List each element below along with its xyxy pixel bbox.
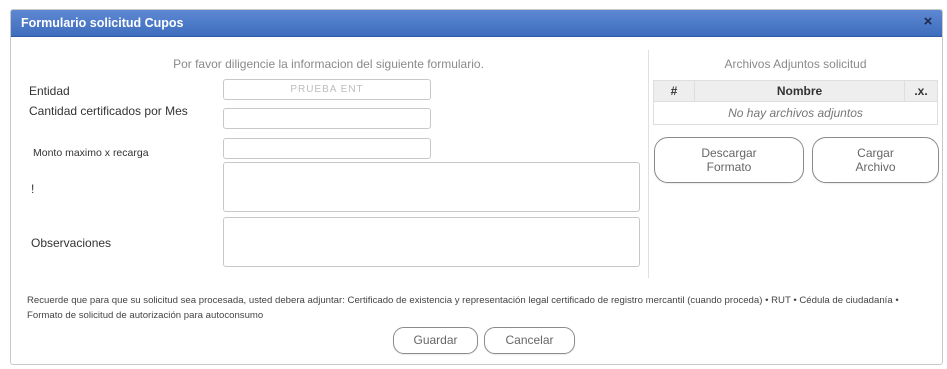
upload-file-button[interactable]: Cargar Archivo (812, 137, 939, 183)
col-name-header: Nombre (694, 80, 905, 102)
dialog-titlebar: Formulario solicitud Cupos × (11, 10, 942, 37)
empty-row: No hay archivos adjuntos (653, 101, 938, 125)
save-button[interactable]: Guardar (393, 327, 478, 354)
unnamed-textarea[interactable] (223, 162, 640, 212)
observaciones-textarea[interactable] (223, 217, 640, 267)
requirements-notice: Recuerde que para que su solicitud sea p… (27, 295, 899, 321)
observaciones-label: Observaciones (31, 236, 112, 250)
request-dialog: Formulario solicitud Cupos × Por favor d… (10, 9, 943, 365)
upload-file-label: Cargar Archivo (855, 146, 896, 174)
download-format-button[interactable]: Descargar Formato (654, 137, 804, 183)
unnamed-field-label: ! (31, 182, 35, 196)
form-intro: Por favor diligencie la informacion del … (173, 57, 484, 71)
cantidad-label: Cantidad certificados por Mes (29, 104, 188, 118)
column-divider (648, 50, 649, 278)
close-icon[interactable]: × (920, 14, 936, 30)
entidad-input[interactable] (223, 79, 431, 100)
entidad-label: Entidad (29, 84, 70, 98)
cantidad-input[interactable] (223, 108, 431, 129)
download-format-label: Descargar Formato (701, 146, 757, 174)
dialog-title: Formulario solicitud Cupos (21, 16, 184, 30)
col-remove-header: .x. (904, 80, 938, 102)
empty-message: No hay archivos adjuntos (653, 101, 938, 125)
monto-input[interactable] (223, 138, 431, 159)
attachments-table: # Nombre .x. No hay archivos adjuntos (653, 80, 938, 125)
cancel-button[interactable]: Cancelar (484, 327, 575, 354)
col-number-header: # (653, 80, 695, 102)
monto-label: Monto maximo x recarga (33, 147, 149, 159)
attachments-title: Archivos Adjuntos solicitud (724, 57, 867, 71)
